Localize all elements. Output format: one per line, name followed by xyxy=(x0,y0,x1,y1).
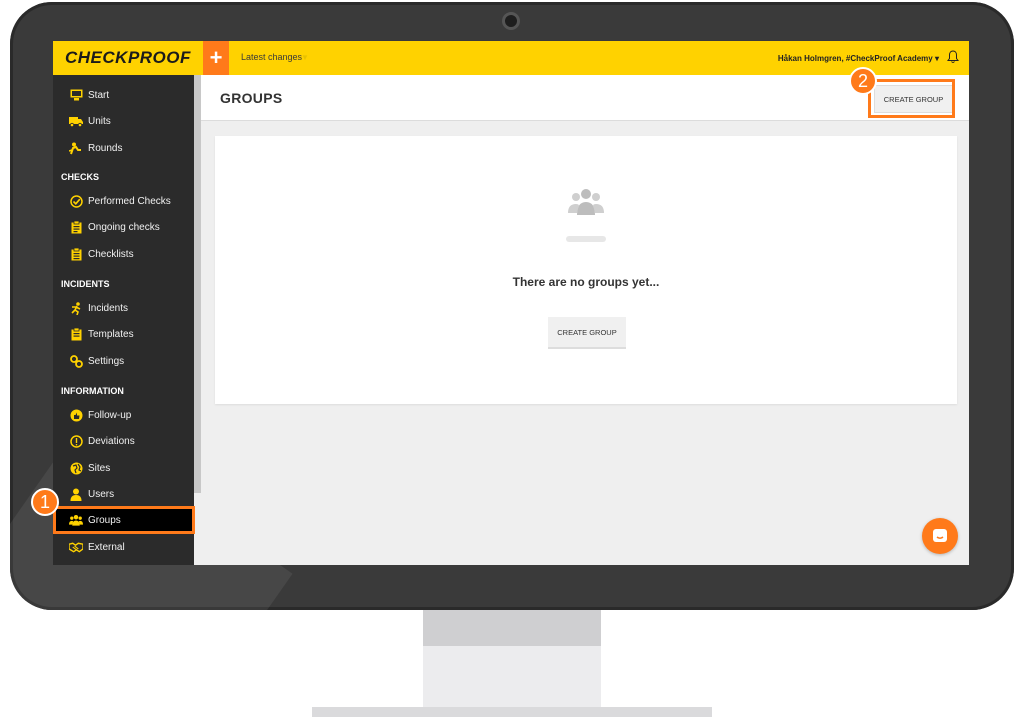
sidebar-item-label: Start xyxy=(88,89,110,101)
sidebar-item-checklists[interactable]: Checklists xyxy=(53,243,194,265)
sidebar-item-incidents[interactable]: Incidents xyxy=(53,297,194,319)
sidebar-item-label: Sites xyxy=(88,462,111,474)
monitor-stand-neck-lower xyxy=(423,646,601,708)
app-screen: CHECKPROOF + Latest changes ▼ Håkan Holm… xyxy=(53,41,969,565)
sidebar-item-label: Settings xyxy=(88,355,125,367)
sidebar-item-external[interactable]: External xyxy=(53,536,194,558)
group-icon xyxy=(568,189,604,215)
sidebar-item-label: Templates xyxy=(88,328,134,340)
sidebar-item-start[interactable]: Start xyxy=(53,84,194,106)
sidebar-item-label: Rounds xyxy=(88,142,123,154)
monitor-icon xyxy=(69,88,83,102)
thumbs-up-icon xyxy=(69,408,83,422)
sidebar-item-deviations[interactable]: Deviations xyxy=(53,430,194,452)
add-button[interactable]: + xyxy=(203,41,229,75)
gear-icon xyxy=(69,354,83,368)
monitor-stand-base xyxy=(312,707,712,717)
page-title: GROUPS xyxy=(220,90,283,106)
globe-icon xyxy=(69,461,83,475)
sidebar-item-follow-up[interactable]: Follow-up xyxy=(53,404,194,426)
check-circle-icon xyxy=(69,194,83,208)
user-menu-label: Håkan Holmgren, #CheckProof Academy xyxy=(777,54,933,63)
group-icon xyxy=(69,513,83,527)
template-icon xyxy=(69,327,83,341)
bell-icon[interactable] xyxy=(947,50,959,64)
latest-changes-caret-icon: ▼ xyxy=(301,53,309,62)
step-badge-2: 2 xyxy=(849,67,877,95)
sidebar-item-users[interactable]: Users xyxy=(53,483,194,505)
logo-text: CHECKPROOF xyxy=(65,48,191,67)
sidebar-item-label: Follow-up xyxy=(88,409,132,421)
stage: CHECKPROOF + Latest changes ▼ Håkan Holm… xyxy=(0,0,1024,717)
step-badge-1: 1 xyxy=(31,488,59,516)
sidebar-item-label: Users xyxy=(88,488,115,500)
sidebar-item-performed-checks[interactable]: Performed Checks xyxy=(53,190,194,212)
chat-icon xyxy=(933,529,947,542)
sidebar-item-label: Units xyxy=(88,115,111,127)
webcam xyxy=(502,12,520,30)
sidebar-item-label: Ongoing checks xyxy=(88,221,160,233)
user-menu[interactable]: Håkan Holmgren, #CheckProof Academy ▾ xyxy=(778,54,939,63)
sidebar-item-label: External xyxy=(88,541,125,553)
clipboard-icon xyxy=(69,220,83,234)
monitor-stand-neck xyxy=(423,610,601,646)
sidebar-item-label: Performed Checks xyxy=(88,195,171,207)
handshake-icon xyxy=(69,540,83,554)
sidebar-item-label: Deviations xyxy=(88,435,135,447)
logo[interactable]: CHECKPROOF xyxy=(53,41,201,75)
section-title-information: INFORMATION xyxy=(61,386,124,396)
rounds-icon xyxy=(69,141,83,155)
sidebar-item-sites[interactable]: Sites xyxy=(53,457,194,479)
exclamation-icon xyxy=(69,434,83,448)
sidebar-item-label: Incidents xyxy=(88,302,129,314)
blurred-placeholder xyxy=(566,236,606,242)
section-title-incidents: INCIDENTS xyxy=(61,279,110,289)
sidebar-item-ongoing-checks[interactable]: Ongoing checks xyxy=(53,216,194,238)
user-icon xyxy=(69,487,83,501)
latest-changes-link[interactable]: Latest changes xyxy=(241,52,302,62)
chat-button[interactable] xyxy=(922,518,958,554)
sidebar-item-label: Groups xyxy=(88,514,121,526)
empty-state-message: There are no groups yet... xyxy=(512,275,660,289)
sidebar-item-templates[interactable]: Templates xyxy=(53,323,194,345)
section-title-checks: CHECKS xyxy=(61,172,100,182)
create-group-button[interactable]: CREATE GROUP xyxy=(548,317,626,349)
empty-state-card: There are no groups yet... CREATE GROUP xyxy=(215,136,957,404)
sidebar-scrollbar[interactable] xyxy=(194,75,201,493)
sidebar-item-units[interactable]: Units xyxy=(53,110,194,132)
truck-icon xyxy=(69,114,83,128)
sidebar-item-label: Checklists xyxy=(88,248,134,260)
sidebar-item-groups[interactable]: Groups xyxy=(53,509,194,531)
chevron-down-icon: ▾ xyxy=(934,54,939,63)
sidebar-item-settings[interactable]: Settings xyxy=(53,350,194,372)
top-bar: CHECKPROOF + Latest changes ▼ Håkan Holm… xyxy=(53,41,969,75)
person-falling-icon xyxy=(69,301,83,315)
checklist-icon xyxy=(69,247,83,261)
create-group-button-header[interactable]: CREATE GROUP xyxy=(874,85,953,113)
sidebar-item-rounds[interactable]: Rounds xyxy=(53,137,194,159)
